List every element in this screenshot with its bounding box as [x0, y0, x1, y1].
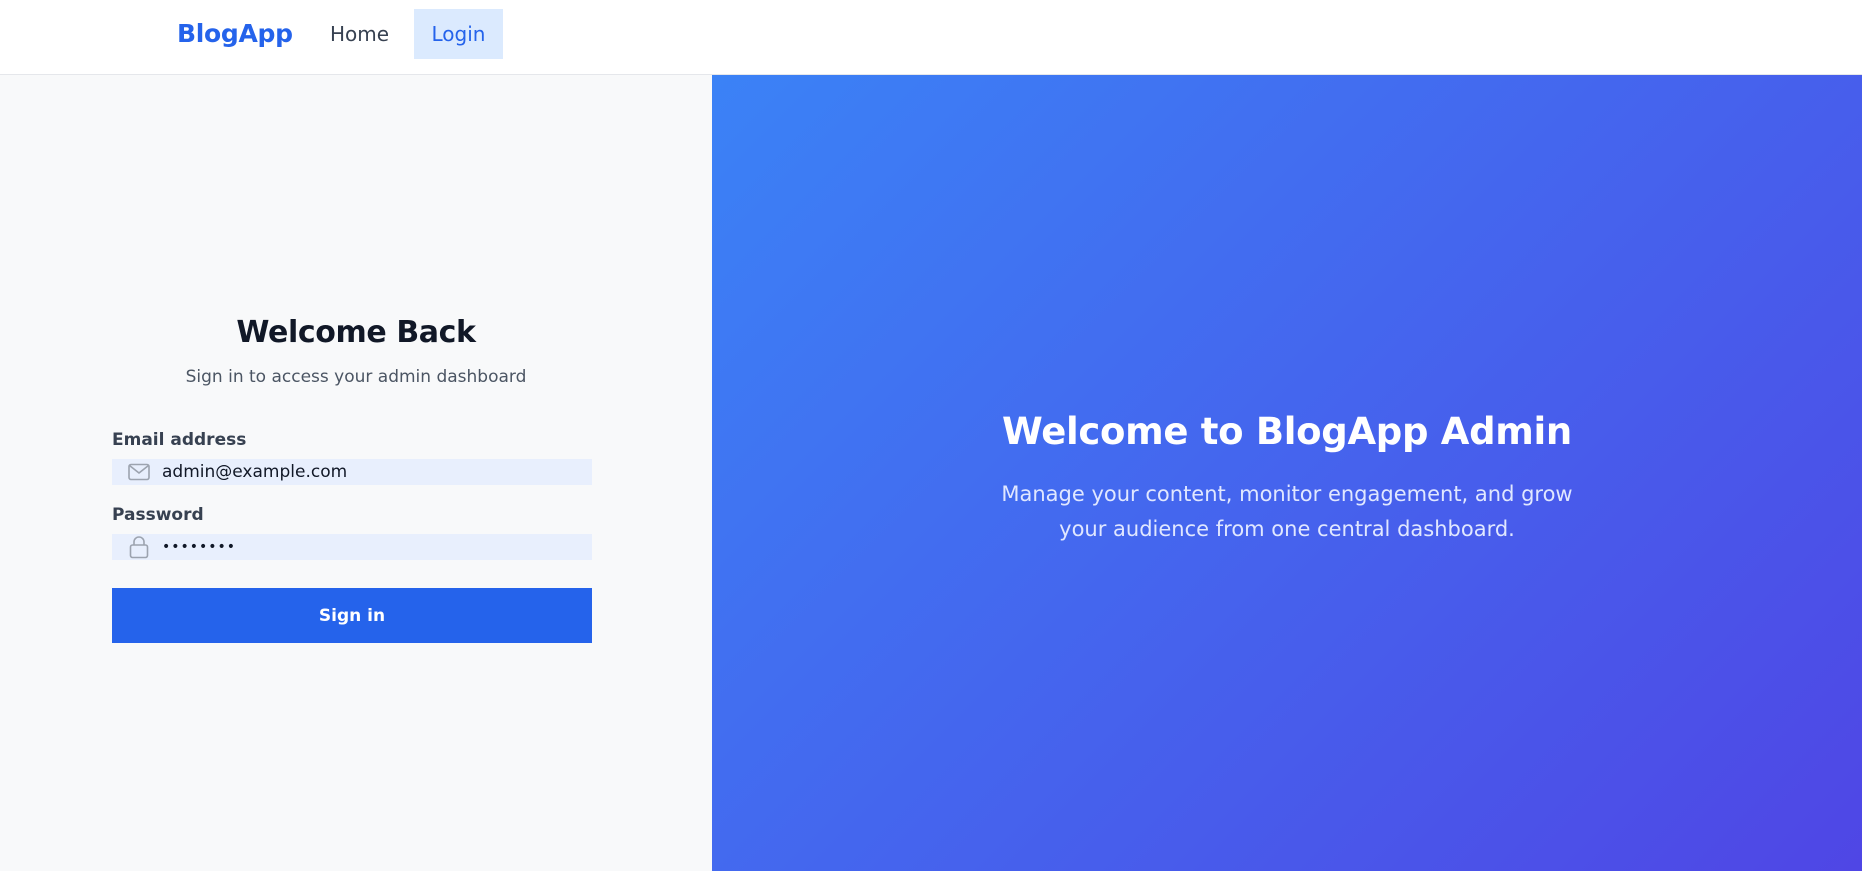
email-input[interactable] — [162, 459, 582, 485]
nav-link-login[interactable]: Login — [414, 9, 503, 59]
login-panel: Welcome Back Sign in to access your admi… — [0, 75, 712, 871]
hero-title: Welcome to BlogApp Admin — [1002, 410, 1572, 453]
email-field[interactable] — [112, 459, 592, 485]
nav-link-home[interactable]: Home — [310, 9, 409, 59]
mail-icon — [128, 459, 150, 485]
login-subtitle: Sign in to access your admin dashboard — [185, 367, 527, 387]
email-label: Email address — [112, 430, 247, 450]
login-title: Welcome Back — [236, 315, 476, 350]
lock-icon — [128, 534, 150, 560]
sign-in-button[interactable]: Sign in — [112, 588, 592, 643]
password-label: Password — [112, 505, 204, 525]
navbar: BlogApp Home Login — [0, 0, 1862, 75]
brand-logo[interactable]: BlogApp — [177, 19, 293, 48]
hero-text: Manage your content, monitor engagement,… — [1001, 482, 1573, 541]
hero-panel: Welcome to BlogApp Admin Manage your con… — [712, 75, 1862, 871]
password-input[interactable] — [162, 534, 582, 560]
password-field[interactable] — [112, 534, 592, 560]
